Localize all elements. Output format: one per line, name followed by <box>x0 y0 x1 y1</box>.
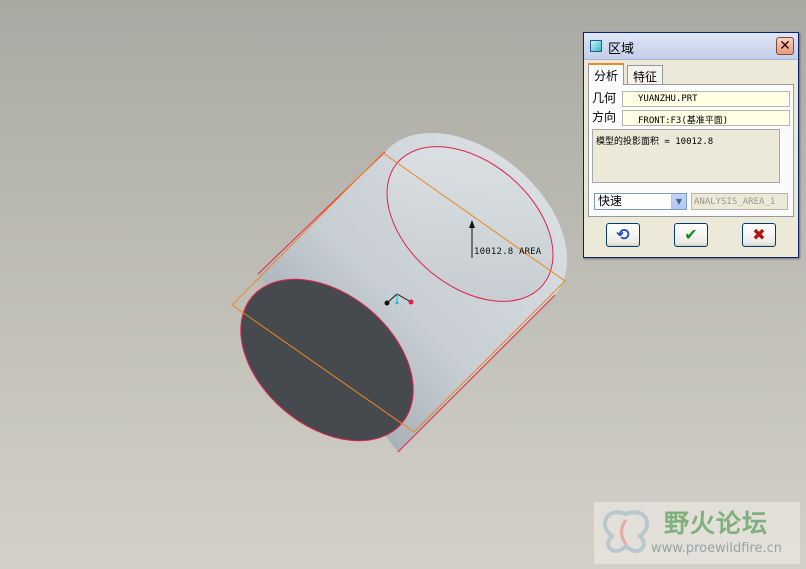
recompute-icon: ⟲ <box>616 225 630 244</box>
forum-logo-icon <box>603 510 649 553</box>
direction-label: 方向 <box>592 110 617 124</box>
window-icon <box>590 40 602 52</box>
mode-select-value: 快速 <box>598 194 623 208</box>
dialog-title: 区域 <box>608 42 635 57</box>
window-close-button[interactable]: ✕ <box>776 37 794 55</box>
tab-panel-analysis: 几何 YUANZHU.PRT 方向 FRONT:F3(基准平面) 模型的投影面积… <box>588 84 794 217</box>
direction-field[interactable]: FRONT:F3(基准平面) <box>622 110 790 126</box>
tab-feature[interactable]: 特征 <box>627 65 664 85</box>
recompute-button[interactable]: ⟲ <box>606 223 640 247</box>
area-analysis-dialog: 区域 ✕ 分析 特征 几何 YUANZHU.PRT 方向 FRONT:F3(基准… <box>583 32 799 258</box>
geometry-label: 几何 <box>592 91 617 105</box>
cancel-button[interactable]: ✖ <box>742 223 776 247</box>
chevron-down-icon[interactable]: ▼ <box>671 194 686 209</box>
result-text-area: 模型的投影面积 = 10012.8 <box>592 129 780 183</box>
ok-button[interactable]: ✔ <box>674 223 708 247</box>
geometry-field[interactable]: YUANZHU.PRT <box>622 91 790 107</box>
mode-select[interactable]: 快速 ▼ <box>594 193 687 210</box>
dialog-titlebar[interactable]: 区域 ✕ <box>584 33 798 60</box>
tab-analysis[interactable]: 分析 <box>588 63 625 85</box>
checkmark-icon: ✔ <box>684 225 698 244</box>
watermark-url: www.proewildfire.cn <box>651 541 782 556</box>
close-icon: ✖ <box>752 225 766 244</box>
area-dimension-label[interactable]: 10012.8 AREA <box>474 247 541 257</box>
forum-watermark: 野火论坛 www.proewildfire.cn <box>594 502 800 564</box>
analysis-name-input[interactable]: ANALYSIS_AREA_1 <box>691 193 788 210</box>
watermark-title: 野火论坛 <box>664 509 769 538</box>
